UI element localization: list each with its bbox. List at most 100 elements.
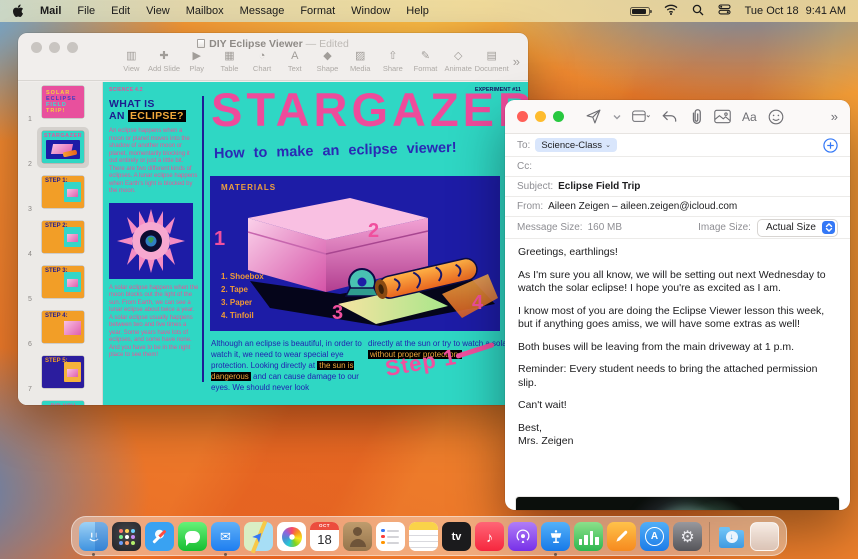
desktop: Mail File Edit View Mailbox Message Form… <box>0 0 858 559</box>
dock-pages-icon[interactable] <box>607 522 636 551</box>
thumb-materials-graphic <box>46 140 80 159</box>
menu-item-view[interactable]: View <box>146 5 170 17</box>
slide-thumbnail-7[interactable]: STEP 5: <box>42 356 84 388</box>
from-field[interactable]: From: Aileen Zeigen – aileen.zeigen@iclo… <box>505 197 850 217</box>
dock-mail-icon[interactable]: ✉ <box>211 522 240 556</box>
add-slide-button[interactable]: ✚ Add Slide <box>148 50 181 73</box>
menubar-date[interactable]: Tue Oct 18 <box>745 5 799 17</box>
dock-downloads-icon[interactable]: ↓ <box>717 522 746 551</box>
menu-item-window[interactable]: Window <box>351 5 390 17</box>
text-format-button[interactable]: Aa <box>742 110 757 124</box>
slide-thumbnail-8[interactable]: DID YOU KNOW... <box>42 401 84 405</box>
menu-item-help[interactable]: Help <box>406 5 429 17</box>
toolbar-overflow-icon[interactable]: » <box>509 54 520 69</box>
send-button[interactable] <box>585 108 602 125</box>
zoom-button[interactable] <box>553 111 564 122</box>
dock-safari-icon[interactable] <box>145 522 174 551</box>
body-paragraph: Reminder: Every student needs to bring t… <box>518 363 818 389</box>
table-icon: ▦ <box>224 50 235 62</box>
table-button[interactable]: ▦ Table <box>213 50 246 73</box>
cc-field[interactable]: Cc: <box>505 157 850 177</box>
thumb-step-graphic <box>64 227 81 247</box>
share-button[interactable]: ⇧ Share <box>377 50 410 73</box>
send-options-chevron-icon[interactable] <box>613 114 621 120</box>
document-proxy-icon[interactable] <box>197 39 206 48</box>
material-number-3: 3 <box>332 302 344 324</box>
message-size-value: 160 MB <box>587 222 623 233</box>
view-icon: ▥ <box>126 50 137 62</box>
dock-photos-icon[interactable] <box>277 522 306 551</box>
dock-music-icon[interactable]: ♪ <box>475 522 504 551</box>
to-field[interactable]: To: Science-Class ⌄ <box>505 134 850 157</box>
safety-paragraph-left: Although an eclipse is beautiful, in ord… <box>211 339 362 392</box>
menu-item-file[interactable]: File <box>77 5 95 17</box>
dock-tv-icon[interactable]: tv <box>442 522 471 551</box>
recipient-token[interactable]: Science-Class ⌄ <box>535 138 617 152</box>
insert-photo-button[interactable] <box>714 109 731 124</box>
minimize-button[interactable] <box>535 111 546 122</box>
dock-maps-icon[interactable] <box>244 522 273 551</box>
dock-podcasts-icon[interactable] <box>508 522 537 551</box>
animate-button[interactable]: ◇ Animate <box>442 50 475 73</box>
dock-numbers-icon[interactable] <box>574 522 603 551</box>
slide-thumbnail-1[interactable]: SOLAR ECLIPSE FIELD TRIP! <box>42 86 84 118</box>
battery-icon[interactable] <box>629 6 652 16</box>
slide-number: 1 <box>28 116 32 123</box>
menu-item-message[interactable]: Message <box>240 5 285 17</box>
toolbar-overflow-icon[interactable]: » <box>831 109 838 124</box>
dock-finder-icon[interactable] <box>79 522 108 556</box>
apple-menu-icon[interactable] <box>12 4 24 18</box>
mail-compose-window: Aa » To: Science-Class ⌄ Cc: Subject: Ecl… <box>505 100 850 510</box>
sun-illustration <box>109 202 193 279</box>
dock-notes-icon[interactable] <box>409 522 438 551</box>
spotlight-search-icon[interactable] <box>692 4 704 19</box>
course-label: SCIENCE 4.2 <box>109 87 143 93</box>
control-center-icon[interactable] <box>718 4 731 18</box>
play-button[interactable]: ▶ Play <box>180 50 213 73</box>
dock-trash-icon[interactable] <box>750 522 779 551</box>
slide-thumbnail-4[interactable]: STEP 2: <box>42 221 84 253</box>
format-button[interactable]: ✎ Format <box>409 50 442 73</box>
dock-calendar-icon[interactable]: OCT 18 <box>310 522 339 551</box>
chart-button[interactable]: ◔ Chart <box>246 50 279 73</box>
dock-contacts-icon[interactable] <box>343 522 372 551</box>
slide-thumbnail-3[interactable]: STEP 1: <box>42 176 84 208</box>
menu-bar: Mail File Edit View Mailbox Message Form… <box>0 0 858 22</box>
shape-button[interactable]: ◆ Shape <box>311 50 344 73</box>
menu-item-mailbox[interactable]: Mailbox <box>186 5 224 17</box>
subject-field[interactable]: Subject: Eclipse Field Trip <box>505 177 850 197</box>
menu-item-mail[interactable]: Mail <box>40 5 61 17</box>
image-size-select[interactable]: Actual Size <box>756 218 838 237</box>
attach-file-button[interactable] <box>689 108 703 125</box>
shape-icon: ◆ <box>323 50 332 62</box>
emoji-button[interactable] <box>768 109 784 125</box>
reply-button[interactable] <box>661 109 678 124</box>
text-button[interactable]: A Text <box>278 50 311 73</box>
add-recipient-button[interactable] <box>823 137 838 153</box>
menu-item-format[interactable]: Format <box>300 5 335 17</box>
format-icon: ✎ <box>420 50 431 62</box>
view-button[interactable]: ▥ View <box>115 50 148 73</box>
menu-item-edit[interactable]: Edit <box>111 5 130 17</box>
slide-thumbnail-2-selected[interactable]: STARGAZER <box>42 131 84 163</box>
dock-settings-icon[interactable]: ⚙ <box>673 522 702 551</box>
close-button[interactable] <box>517 111 528 122</box>
message-body[interactable]: Greetings, earthlings! As I'm sure you a… <box>505 239 850 449</box>
from-value: Aileen Zeigen – aileen.zeigen@icloud.com <box>548 201 738 212</box>
dock-messages-icon[interactable] <box>178 522 207 551</box>
menubar-time[interactable]: 9:41 AM <box>806 5 846 17</box>
document-button[interactable]: ▤ Document <box>475 50 509 73</box>
eclipse-photo-attachment[interactable] <box>516 497 839 510</box>
slide-canvas[interactable]: SCIENCE 4.2 EXPERIMENT #11 WHAT IS AN EC… <box>103 82 528 405</box>
media-button[interactable]: ▨ Media <box>344 50 377 73</box>
body-paragraph: I know most of you are doing the Eclipse… <box>518 304 825 331</box>
dock-reminders-icon[interactable] <box>376 522 405 551</box>
header-fields-button[interactable] <box>632 109 650 124</box>
dock-appstore-icon[interactable]: A <box>640 522 669 551</box>
wifi-icon[interactable] <box>664 4 678 18</box>
slide-thumbnail-6[interactable]: STEP 4: <box>42 311 84 343</box>
dock-launchpad-icon[interactable] <box>112 522 141 551</box>
dock-keynote-icon[interactable] <box>541 522 570 556</box>
slide-thumbnail-5[interactable]: STEP 3: <box>42 266 84 298</box>
slide-number: 5 <box>28 296 32 303</box>
